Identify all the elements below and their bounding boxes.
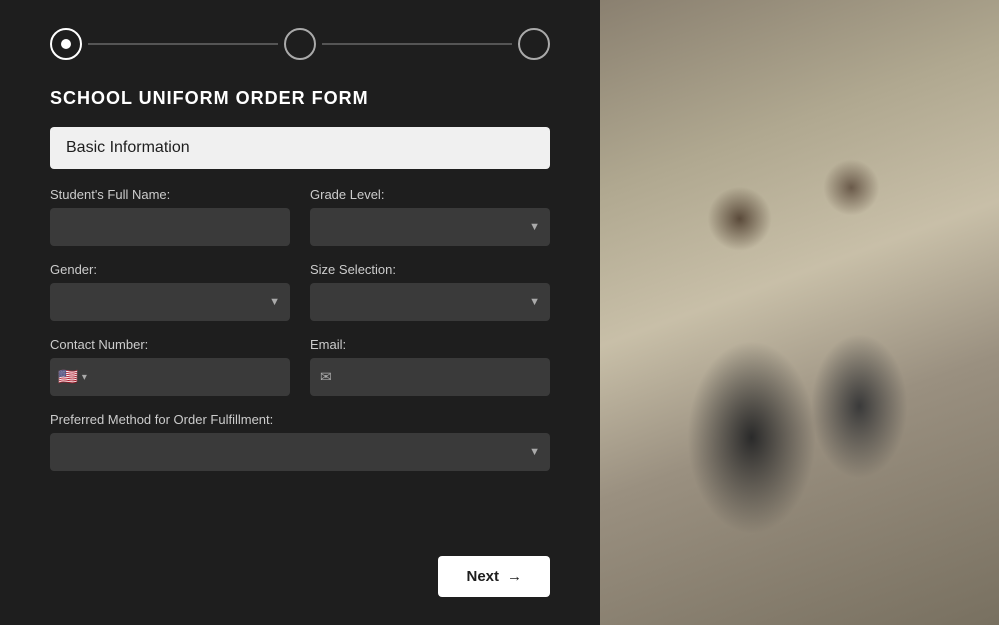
size-select-wrapper: XS S M L XL XXL ▼ [310,283,550,321]
row-contact-email: Contact Number: 🇺🇸 ▾ Email: ✉ [50,337,550,396]
left-panel: SCHOOL UNIFORM ORDER FORM Basic Informat… [0,0,600,625]
group-size: Size Selection: XS S M L XL XXL ▼ [310,262,550,321]
next-button[interactable]: Next → [438,556,550,597]
group-grade-level: Grade Level: Grade 1 Grade 2 Grade 3 Gra… [310,187,550,246]
email-label: Email: [310,337,550,352]
next-arrow-icon: → [507,568,522,585]
phone-input[interactable] [91,358,282,396]
email-icon: ✉ [320,369,332,386]
row-gender-size: Gender: Male Female Other ▼ Size Selecti… [50,262,550,321]
group-fulfillment: Preferred Method for Order Fulfillment: … [50,412,550,471]
section-header: Basic Information [50,127,550,169]
step-line-2 [322,43,512,45]
step-2[interactable] [284,28,316,60]
contact-label: Contact Number: [50,337,290,352]
fulfillment-select-wrapper: Pick Up Delivery Mail ▼ [50,433,550,471]
step-line-1 [88,43,278,45]
student-illustration [600,0,999,625]
student-name-label: Student's Full Name: [50,187,290,202]
group-email: Email: ✉ [310,337,550,396]
gender-select[interactable]: Male Female Other [50,283,290,321]
grade-select[interactable]: Grade 1 Grade 2 Grade 3 Grade 4 Grade 5 … [310,208,550,246]
right-panel [600,0,999,625]
email-wrapper: ✉ [310,358,550,396]
gender-select-wrapper: Male Female Other ▼ [50,283,290,321]
group-student-name: Student's Full Name: [50,187,290,246]
fulfillment-select[interactable]: Pick Up Delivery Mail [50,433,550,471]
phone-wrapper: 🇺🇸 ▾ [50,358,290,396]
grade-select-wrapper: Grade 1 Grade 2 Grade 3 Grade 4 Grade 5 … [310,208,550,246]
stepper [50,28,550,60]
fulfillment-label: Preferred Method for Order Fulfillment: [50,412,550,427]
row-name-grade: Student's Full Name: Grade Level: Grade … [50,187,550,246]
group-contact: Contact Number: 🇺🇸 ▾ [50,337,290,396]
student-name-input[interactable] [50,208,290,246]
gender-label: Gender: [50,262,290,277]
step-3[interactable] [518,28,550,60]
phone-chevron-icon[interactable]: ▾ [82,372,87,383]
phone-flag-icon: 🇺🇸 [58,367,78,387]
step-1[interactable] [50,28,82,60]
size-select[interactable]: XS S M L XL XXL [310,283,550,321]
group-gender: Gender: Male Female Other ▼ [50,262,290,321]
size-label: Size Selection: [310,262,550,277]
grade-level-label: Grade Level: [310,187,550,202]
form-title: SCHOOL UNIFORM ORDER FORM [50,88,550,109]
hero-image [600,0,999,625]
next-label: Next [466,568,499,585]
email-input[interactable] [310,358,550,396]
